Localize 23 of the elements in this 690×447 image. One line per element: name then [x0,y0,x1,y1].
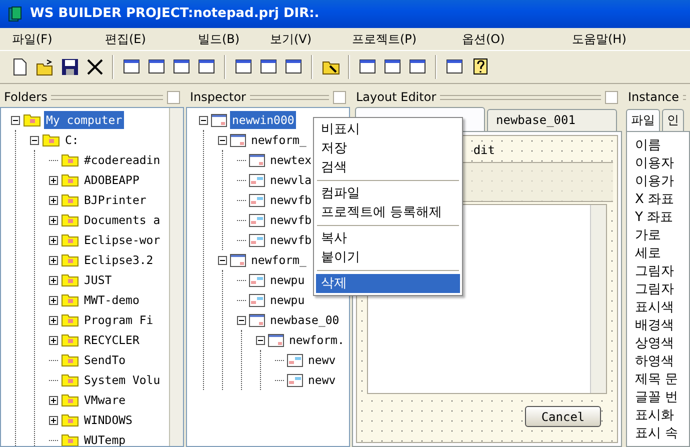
property-label: 제목 문 [635,371,680,389]
property-label: X 좌표 [635,191,676,209]
property-label: 배경색 [635,317,675,335]
field-label: dit [473,142,495,159]
property-label: 그림자 [635,263,675,281]
property-label: 글꼴 번 [635,389,680,407]
property-label: Y 좌표 [635,209,674,227]
property-label: 표시화 [635,407,675,425]
property-label: 그림자 [635,281,675,299]
window-title: WS BUILDER PROJECT:notepad.prj DIR:. [30,5,320,24]
panel-title: Layout Editor [356,89,436,106]
property-label: 이름 [635,137,662,155]
property-label: 가로 [635,227,662,245]
property-label: 하영색 [635,353,675,371]
property-label: 표시색 [635,299,675,317]
panel-title: Instance [628,89,680,106]
property-label: 상영색 [635,335,675,353]
property-label: 이용자 [635,155,675,173]
property-label: 세로 [635,245,662,263]
panel-title: Inspector [190,89,246,106]
panel-title: Folders [4,89,48,106]
property-label: 이용가 [635,173,675,191]
property-label: 표시 속 [635,425,680,443]
